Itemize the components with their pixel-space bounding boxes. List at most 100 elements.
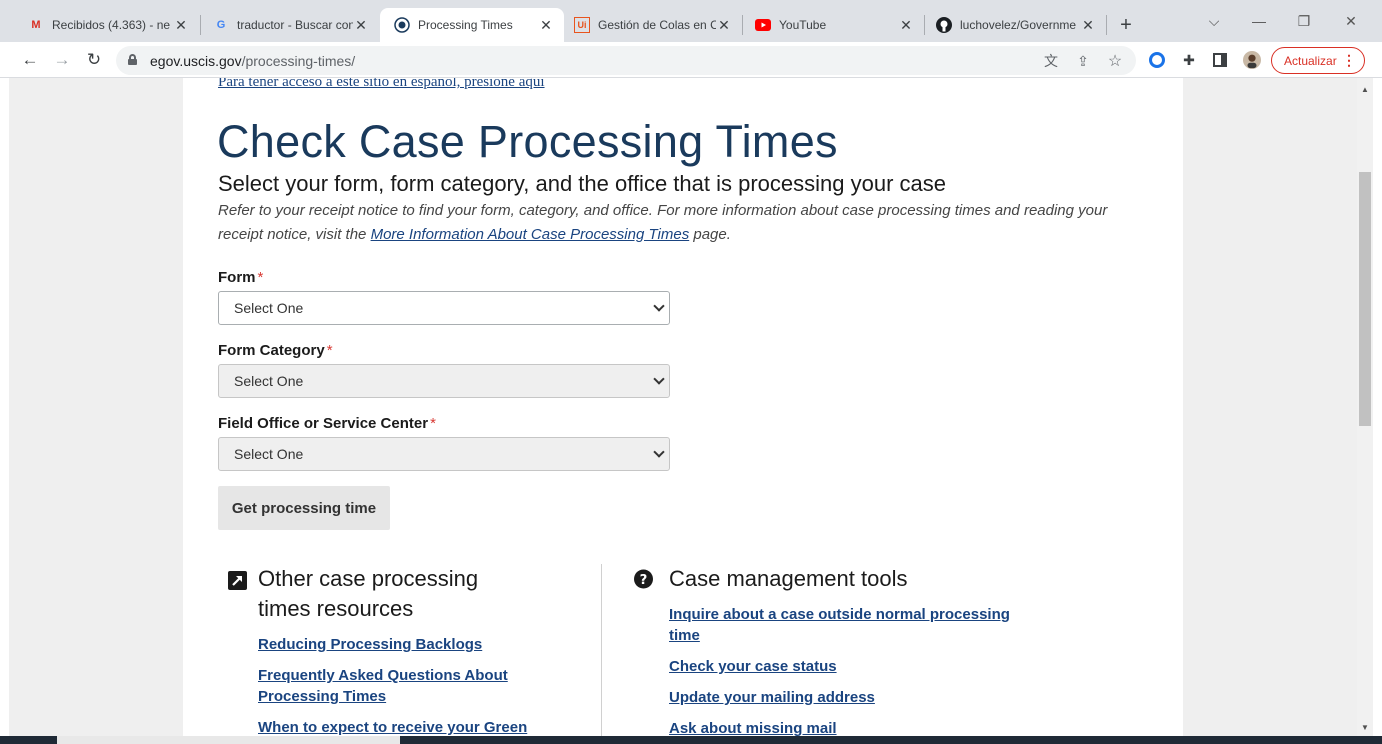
tab-title: Processing Times	[418, 18, 513, 32]
scroll-up-icon[interactable]: ▲	[1360, 84, 1370, 94]
form-category-select[interactable]: Select One	[218, 364, 670, 398]
extensions-puzzle-icon[interactable]: ✚	[1180, 51, 1198, 69]
required-mark: *	[430, 415, 436, 432]
page-viewport: Para tener acceso a este sitio en españo…	[9, 78, 1357, 736]
tab-google[interactable]: G traductor - Buscar con ✕	[199, 8, 379, 42]
tab-title: Recibidos (4.363) - ne	[52, 18, 171, 32]
tab-uipath[interactable]: Ui Gestión de Colas en C ✕	[560, 8, 742, 42]
form-label: Form *	[218, 269, 263, 286]
faq-processing-times-link[interactable]: Frequently Asked Questions About	[258, 665, 508, 686]
office-select[interactable]: Select One	[218, 437, 670, 471]
update-mailing-address-link[interactable]: Update your mailing address	[669, 687, 875, 708]
svg-text:?: ?	[640, 572, 648, 587]
lock-icon	[128, 54, 137, 65]
category-select-value: Select One	[234, 373, 304, 389]
tab-search-icon[interactable]: ⌵	[1200, 10, 1228, 32]
url-path: /processing-times/	[241, 53, 356, 69]
reducing-backlogs-link[interactable]: Reducing Processing Backlogs	[258, 634, 482, 655]
spanish-site-link[interactable]: Para tener acceso a este sitio en españo…	[218, 78, 545, 91]
page-title: Check Case Processing Times	[217, 116, 838, 167]
more-menu-icon[interactable]: ⋮	[1342, 52, 1356, 69]
question-circle-icon: ?	[634, 569, 653, 588]
close-icon[interactable]: ✕	[353, 17, 369, 33]
profile-avatar-icon[interactable]	[1243, 51, 1261, 69]
form-label-text: Form	[218, 269, 256, 286]
tab-processing-times[interactable]: Processing Times ✕	[380, 8, 564, 42]
os-taskbar	[0, 736, 1382, 744]
form-select[interactable]: Select One	[218, 291, 670, 325]
get-processing-time-button[interactable]: Get processing time	[218, 486, 390, 530]
required-mark: *	[326, 342, 333, 359]
main-content: Para tener acceso a este sitio en españo…	[183, 78, 1183, 736]
new-tab-button[interactable]: +	[1114, 13, 1138, 37]
office-label-text: Field Office or Service Center	[218, 415, 429, 432]
forward-icon[interactable]: →	[50, 48, 74, 72]
restore-icon[interactable]: ❐	[1290, 10, 1318, 32]
resources-title: Other case processing times resources	[258, 564, 478, 624]
page-subtitle: Select your form, form category, and the…	[218, 171, 946, 196]
tab-title: Gestión de Colas en C	[598, 18, 716, 32]
tab-strip: M Recibidos (4.363) - ne ✕ G traductor -…	[0, 0, 1382, 42]
category-label: Form Category *	[218, 342, 333, 359]
minimize-icon[interactable]: —	[1245, 10, 1273, 32]
green-card-link[interactable]: When to expect to receive your Green	[258, 717, 527, 736]
side-panel-icon[interactable]	[1211, 51, 1229, 69]
tab-github[interactable]: luchovelez/Governme ✕	[922, 8, 1106, 42]
more-info-link[interactable]: More Information About Case Processing T…	[371, 226, 690, 243]
external-link-icon	[228, 571, 247, 590]
browser-toolbar: ← → ↻ egov.uscis.gov/processing-times/ 文…	[0, 42, 1382, 78]
tab-gmail[interactable]: M Recibidos (4.363) - ne ✕	[14, 8, 199, 42]
check-case-status-link[interactable]: Check your case status	[669, 656, 837, 677]
bookmark-star-icon[interactable]: ☆	[1106, 52, 1124, 70]
tab-separator	[1106, 15, 1107, 35]
url-text[interactable]: egov.uscis.gov/processing-times/	[150, 53, 355, 69]
extension-circle-icon[interactable]	[1148, 51, 1166, 69]
resources-title-line2: times resources	[258, 596, 414, 621]
inquire-case-link-line2[interactable]: time	[669, 625, 700, 646]
chevron-down-icon	[653, 373, 665, 385]
youtube-icon	[755, 17, 771, 33]
url-domain: egov.uscis.gov	[150, 53, 242, 69]
missing-mail-link[interactable]: Ask about missing mail	[669, 718, 837, 736]
inquire-case-link[interactable]: Inquire about a case outside normal proc…	[669, 604, 1010, 625]
tab-title: YouTube	[779, 18, 827, 32]
close-icon[interactable]: ✕	[173, 17, 189, 33]
reload-icon[interactable]: ↻	[82, 48, 106, 72]
close-icon[interactable]: ✕	[1080, 17, 1096, 33]
scrollbar-thumb[interactable]	[1359, 172, 1371, 426]
gmail-icon: M	[31, 19, 41, 31]
tools-title: Case management tools	[669, 566, 908, 591]
office-select-value: Select One	[234, 446, 304, 462]
taskbar-search[interactable]	[57, 736, 400, 744]
column-divider	[601, 564, 602, 736]
update-label: Actualizar	[1284, 53, 1337, 68]
chevron-down-icon	[653, 300, 665, 312]
github-icon	[936, 17, 952, 33]
window-close-icon[interactable]: ✕	[1337, 10, 1365, 32]
office-label: Field Office or Service Center *	[218, 415, 436, 432]
browser-window: M Recibidos (4.363) - ne ✕ G traductor -…	[0, 0, 1382, 744]
close-icon[interactable]: ✕	[898, 17, 914, 33]
translate-icon[interactable]: 文	[1042, 52, 1060, 70]
update-button[interactable]: Actualizar ⋮	[1271, 47, 1365, 74]
intro-text: Refer to your receipt notice to find you…	[218, 199, 1148, 247]
chevron-down-icon	[653, 446, 665, 458]
required-mark: *	[257, 269, 264, 286]
uscis-seal-icon	[394, 17, 410, 33]
form-select-value: Select One	[234, 300, 304, 316]
share-icon[interactable]: ⇪	[1074, 52, 1092, 70]
close-icon[interactable]: ✕	[716, 17, 732, 33]
address-bar[interactable]: egov.uscis.gov/processing-times/ 文 ⇪ ☆	[116, 46, 1136, 75]
intro-after: page.	[689, 226, 731, 243]
scroll-down-icon[interactable]: ▼	[1360, 722, 1370, 732]
tab-youtube[interactable]: YouTube ✕	[741, 8, 924, 42]
close-icon[interactable]: ✕	[538, 17, 554, 33]
back-icon[interactable]: ←	[18, 48, 42, 72]
faq-processing-times-link-line2[interactable]: Processing Times	[258, 686, 386, 707]
google-icon: G	[216, 19, 226, 31]
tab-title: luchovelez/Governme	[960, 18, 1077, 32]
uipath-icon: Ui	[574, 17, 590, 33]
category-label-text: Form Category	[218, 342, 325, 359]
page-scrollbar[interactable]: ▲ ▼	[1357, 78, 1373, 736]
resources-title-line1: Other case processing	[258, 566, 479, 591]
